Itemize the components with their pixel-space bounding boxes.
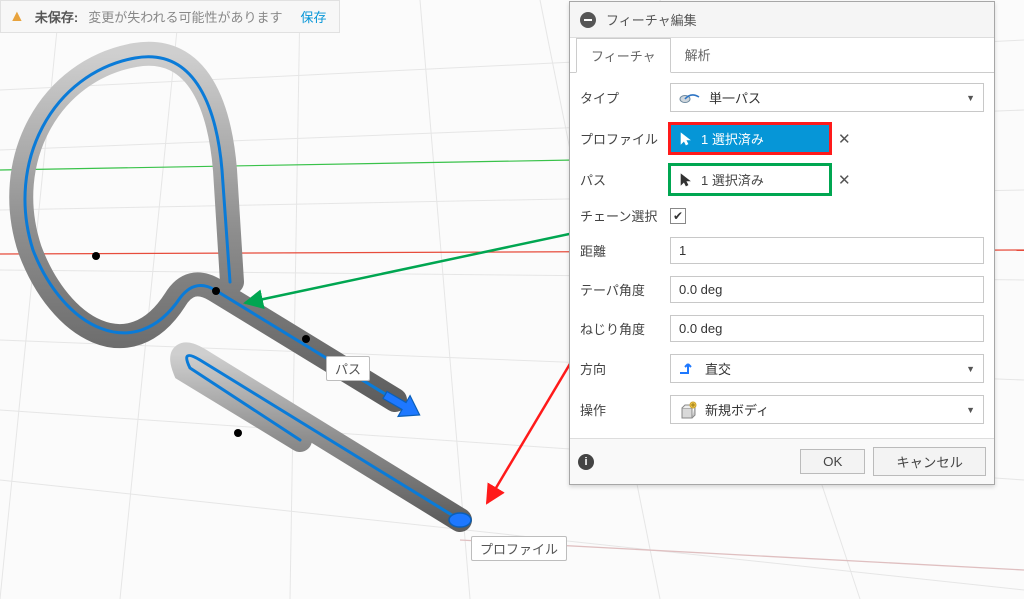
viewport-dot (234, 429, 242, 437)
feature-edit-panel: フィーチャ編集 フィーチャ 解析 タイプ 単一パス ▼ プロファイル (569, 1, 995, 485)
orientation-label: 方向 (580, 359, 670, 378)
viewport-dot (302, 335, 310, 343)
single-path-icon (679, 91, 701, 105)
tab-feature[interactable]: フィーチャ (576, 38, 671, 73)
cancel-button[interactable]: キャンセル (873, 447, 986, 476)
profile-selection-text: 1 選択済み (701, 129, 764, 148)
panel-title-text: フィーチャ編集 (606, 10, 697, 29)
operation-value: 新規ボディ (705, 400, 769, 419)
taper-input[interactable] (679, 282, 975, 297)
type-label: タイプ (580, 88, 670, 107)
chain-label: チェーン選択 (580, 206, 670, 225)
chain-checkbox[interactable]: ✔ (670, 208, 686, 224)
panel-footer: i OK キャンセル (570, 438, 994, 484)
profile-selection[interactable]: 1 選択済み (670, 124, 830, 153)
twist-label: ねじり角度 (580, 319, 670, 338)
ok-button[interactable]: OK (800, 449, 865, 474)
profile-clear-button[interactable]: ✕ (838, 130, 851, 148)
viewport-dot (212, 287, 220, 295)
viewport-dot (92, 252, 100, 260)
distance-input[interactable] (679, 243, 975, 258)
type-value: 単一パス (709, 88, 761, 107)
warning-icon: ▲ (9, 8, 25, 26)
chevron-down-icon: ▼ (966, 364, 975, 374)
path-clear-button[interactable]: ✕ (838, 171, 851, 189)
distance-label: 距離 (580, 241, 670, 260)
orientation-dropdown[interactable]: 直交 ▼ (670, 354, 984, 383)
taper-input-wrap (670, 276, 984, 303)
operation-dropdown[interactable]: 新規ボディ ▼ (670, 395, 984, 424)
callout-path: パス (326, 356, 370, 381)
orientation-value: 直交 (705, 359, 731, 378)
cursor-icon (679, 173, 693, 187)
unsaved-message: 変更が失われる可能性があります (88, 7, 282, 26)
unsaved-bar: ▲ 未保存: 変更が失われる可能性があります 保存 (0, 0, 340, 33)
unsaved-bold: 未保存: (35, 7, 78, 26)
new-body-icon (679, 401, 697, 419)
chevron-down-icon: ▼ (966, 405, 975, 415)
callout-profile: プロファイル (471, 536, 567, 561)
distance-input-wrap (670, 237, 984, 264)
callout-path-label: パス (335, 362, 361, 377)
panel-titlebar: フィーチャ編集 (570, 2, 994, 38)
info-icon[interactable]: i (578, 454, 594, 470)
tab-analysis[interactable]: 解析 (671, 38, 725, 72)
twist-input-wrap (670, 315, 984, 342)
chevron-down-icon: ▼ (966, 93, 975, 103)
path-label: パス (580, 170, 670, 189)
panel-tabs: フィーチャ 解析 (570, 38, 994, 73)
operation-label: 操作 (580, 400, 670, 419)
taper-label: テーパ角度 (580, 280, 670, 299)
panel-body: タイプ 単一パス ▼ プロファイル 1 選択済み ✕ (570, 73, 994, 438)
save-link[interactable]: 保存 (301, 7, 327, 26)
orthogonal-icon (679, 362, 697, 376)
type-dropdown[interactable]: 単一パス ▼ (670, 83, 984, 112)
path-selection[interactable]: 1 選択済み (670, 165, 830, 194)
cursor-icon (679, 132, 693, 146)
collapse-button[interactable] (580, 12, 596, 28)
twist-input[interactable] (679, 321, 975, 336)
path-selection-text: 1 選択済み (701, 170, 764, 189)
callout-profile-label: プロファイル (480, 542, 558, 557)
profile-label: プロファイル (580, 129, 670, 148)
